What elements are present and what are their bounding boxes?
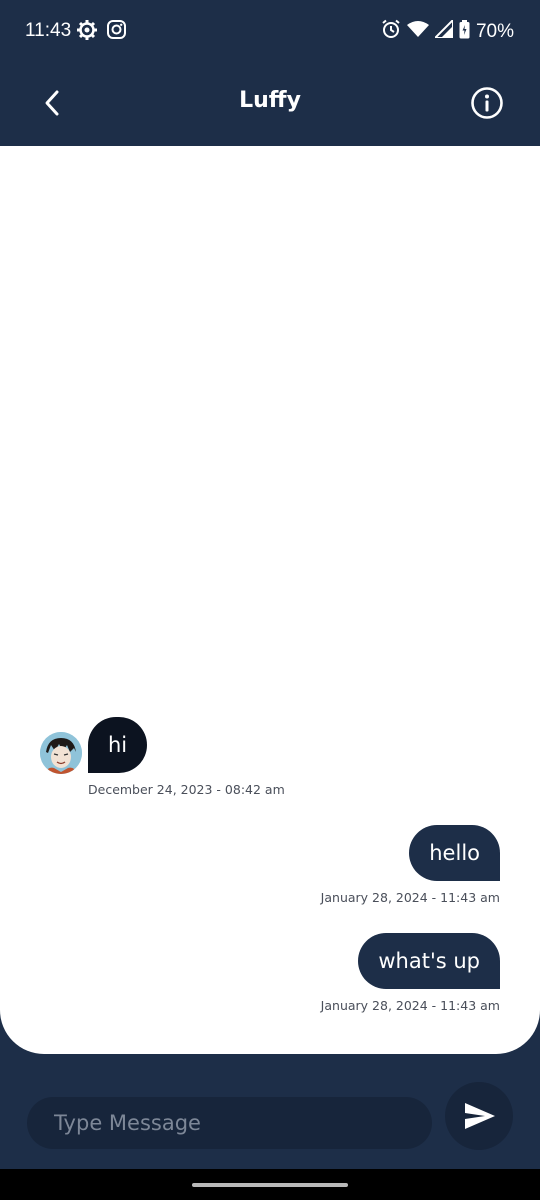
message-bubble-outgoing[interactable]: what's up — [358, 933, 500, 989]
message-composer — [27, 1097, 432, 1149]
battery-icon — [459, 19, 470, 44]
message-timestamp: January 28, 2024 - 11:43 am — [320, 890, 500, 905]
status-bar: 11:43 70% — [0, 0, 540, 62]
message-input[interactable] — [27, 1097, 432, 1149]
avatar[interactable] — [40, 732, 82, 774]
chat-header: Luffy — [0, 62, 540, 146]
avatar-image — [40, 732, 82, 774]
send-icon — [465, 1103, 495, 1129]
status-time: 11:43 — [25, 20, 72, 41]
settings-gear-icon — [77, 20, 97, 45]
message-bubble-incoming[interactable]: hi — [88, 717, 148, 773]
status-right-icons: 70% — [381, 17, 514, 44]
signal-icon — [432, 17, 454, 43]
message-bubble-outgoing[interactable]: hello — [409, 825, 500, 881]
system-nav-bar — [0, 1169, 540, 1200]
battery-percent: 70% — [475, 20, 514, 42]
page-title: Luffy — [239, 88, 301, 113]
status-left-icons — [77, 20, 126, 45]
send-button[interactable] — [445, 1082, 513, 1150]
instagram-icon — [107, 20, 126, 45]
wifi-icon — [406, 20, 429, 43]
home-gesture-handle[interactable] — [192, 1183, 348, 1187]
info-circle-icon — [471, 87, 503, 119]
message-timestamp: January 28, 2024 - 11:43 am — [320, 998, 500, 1013]
alarm-icon — [381, 19, 401, 44]
message-timestamp: December 24, 2023 - 08:42 am — [88, 782, 285, 797]
message-list[interactable]: hi December 24, 2023 - 08:42 am hello Ja… — [0, 146, 540, 1054]
info-button[interactable] — [470, 86, 504, 120]
